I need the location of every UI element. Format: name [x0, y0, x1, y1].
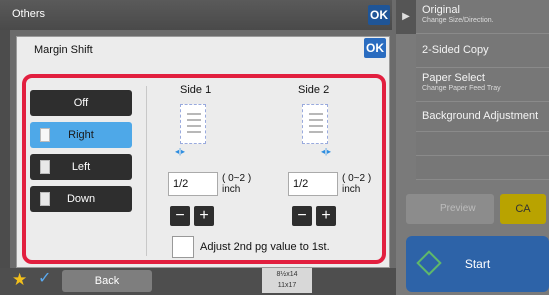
side-item-empty	[416, 132, 549, 156]
position-off-button[interactable]: Off	[30, 90, 132, 116]
side1-range: ( 0~2 ) inch	[222, 173, 251, 195]
document-icon	[40, 160, 50, 174]
side1-range-text: ( 0~2 )	[222, 173, 252, 184]
expand-arrow-icon[interactable]: ▶	[396, 0, 416, 34]
dialog-title: Margin Shift	[34, 44, 93, 56]
side-item-2-sided-copy[interactable]: 2-Sided Copy	[416, 34, 549, 68]
side1-page-icon	[180, 104, 206, 144]
side2-unit: inch	[342, 184, 361, 195]
side2-plus-button[interactable]: +	[316, 206, 336, 226]
document-icon	[40, 192, 50, 206]
paper-size-indicator[interactable]: 8½x14 11x17	[262, 268, 312, 293]
side-item-original[interactable]: Original Change Size/Direction.	[416, 0, 549, 34]
side-item-label: 2-Sided Copy	[422, 44, 489, 56]
side-item-empty	[416, 156, 549, 180]
position-right-button[interactable]: Right	[30, 122, 132, 148]
adjust-checkbox[interactable]	[172, 236, 194, 258]
side-item-label: Paper Select	[422, 72, 485, 84]
background-title: Others	[12, 8, 46, 20]
side2-range: ( 0~2 ) inch	[342, 173, 371, 195]
side-item-paper-select[interactable]: Paper Select Change Paper Feed Tray	[416, 68, 549, 102]
side2-value-input[interactable]: 1/2	[288, 172, 338, 196]
preview-label: Preview	[440, 203, 476, 214]
side1-minus-button[interactable]: −	[170, 206, 190, 226]
start-icon	[416, 250, 442, 276]
check-icon[interactable]: ✓	[38, 268, 58, 292]
dialog-ok-button[interactable]: OK	[364, 38, 386, 58]
position-label: Right	[68, 129, 94, 141]
star-icon[interactable]: ★	[12, 270, 27, 290]
position-label: Left	[71, 161, 91, 173]
paper-size-line: 11x17	[277, 282, 297, 289]
side-item-label: Original	[422, 4, 460, 16]
back-button[interactable]: Back	[62, 270, 152, 292]
divider	[146, 86, 147, 256]
bottom-bar	[0, 268, 396, 295]
start-label: Start	[464, 257, 491, 271]
side2-range-text: ( 0~2 )	[342, 173, 372, 184]
side2-minus-button[interactable]: −	[292, 206, 312, 226]
position-left-button[interactable]: Left	[30, 154, 132, 180]
side1-plus-button[interactable]: +	[194, 206, 214, 226]
side1-label: Side 1	[180, 84, 212, 96]
side1-unit: inch	[222, 184, 241, 195]
side2-shift-arrow-icon: ◂|▸	[320, 147, 332, 156]
side1-shift-arrow-icon: ◂|▸	[174, 147, 186, 156]
clear-all-button[interactable]: CA	[500, 194, 546, 224]
background-header	[0, 0, 392, 30]
side1-value-input[interactable]: 1/2	[168, 172, 218, 196]
adjust-checkbox-label: Adjust 2nd pg value to 1st.	[200, 241, 330, 253]
position-down-button[interactable]: Down	[30, 186, 132, 212]
background-ok-button[interactable]: OK	[368, 5, 390, 25]
paper-size-line: 8½x14	[276, 271, 298, 278]
side-item-sublabel: Change Size/Direction.	[422, 17, 494, 24]
position-label: Down	[66, 193, 96, 205]
side-item-label: Background Adjustment	[422, 110, 539, 122]
position-label: Off	[73, 97, 89, 109]
side-item-sublabel: Change Paper Feed Tray	[422, 85, 501, 92]
preview-button[interactable]: Preview	[406, 194, 494, 224]
side-item-background-adjustment[interactable]: Background Adjustment	[416, 102, 549, 132]
side2-page-icon	[302, 104, 328, 144]
document-icon	[40, 128, 50, 142]
background-left-strip	[0, 30, 10, 270]
side2-label: Side 2	[298, 84, 330, 96]
start-button[interactable]: Start	[406, 236, 549, 292]
